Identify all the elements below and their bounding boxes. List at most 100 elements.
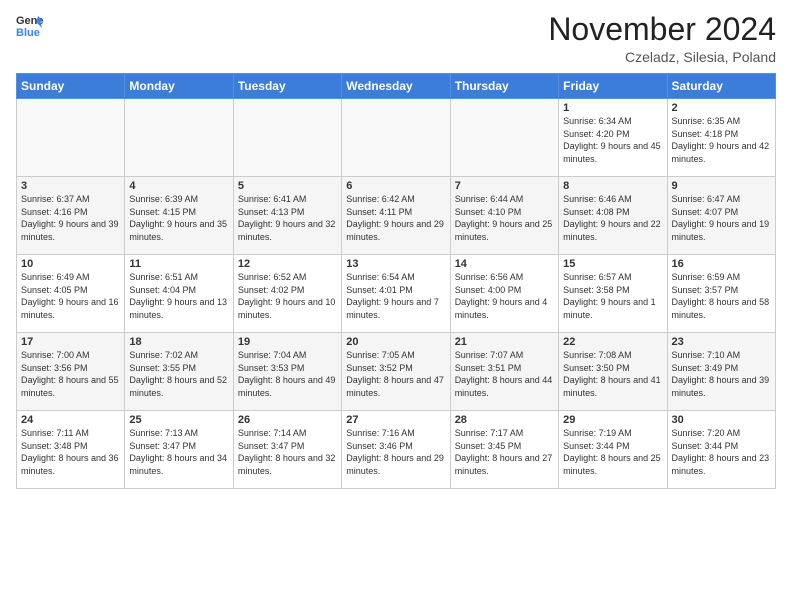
day-info: Sunrise: 7:13 AM Sunset: 3:47 PM Dayligh… xyxy=(129,427,228,477)
day-number: 19 xyxy=(238,336,337,348)
calendar-header: SundayMondayTuesdayWednesdayThursdayFrid… xyxy=(17,74,776,99)
calendar-week-5: 24Sunrise: 7:11 AM Sunset: 3:48 PM Dayli… xyxy=(17,411,776,489)
day-info: Sunrise: 7:20 AM Sunset: 3:44 PM Dayligh… xyxy=(672,427,771,477)
calendar-cell: 18Sunrise: 7:02 AM Sunset: 3:55 PM Dayli… xyxy=(125,333,233,411)
day-number: 2 xyxy=(672,102,771,114)
calendar-cell: 14Sunrise: 6:56 AM Sunset: 4:00 PM Dayli… xyxy=(450,255,558,333)
calendar-cell: 16Sunrise: 6:59 AM Sunset: 3:57 PM Dayli… xyxy=(667,255,775,333)
month-title: November 2024 xyxy=(548,12,776,47)
calendar-cell: 6Sunrise: 6:42 AM Sunset: 4:11 PM Daylig… xyxy=(342,177,450,255)
calendar-cell: 13Sunrise: 6:54 AM Sunset: 4:01 PM Dayli… xyxy=(342,255,450,333)
day-info: Sunrise: 7:14 AM Sunset: 3:47 PM Dayligh… xyxy=(238,427,337,477)
calendar-cell: 4Sunrise: 6:39 AM Sunset: 4:15 PM Daylig… xyxy=(125,177,233,255)
day-info: Sunrise: 7:11 AM Sunset: 3:48 PM Dayligh… xyxy=(21,427,120,477)
calendar-week-2: 3Sunrise: 6:37 AM Sunset: 4:16 PM Daylig… xyxy=(17,177,776,255)
day-number: 7 xyxy=(455,180,554,192)
calendar-cell: 27Sunrise: 7:16 AM Sunset: 3:46 PM Dayli… xyxy=(342,411,450,489)
calendar-cell: 24Sunrise: 7:11 AM Sunset: 3:48 PM Dayli… xyxy=(17,411,125,489)
logo-icon: General Blue xyxy=(16,12,44,40)
calendar-cell: 10Sunrise: 6:49 AM Sunset: 4:05 PM Dayli… xyxy=(17,255,125,333)
day-info: Sunrise: 7:00 AM Sunset: 3:56 PM Dayligh… xyxy=(21,349,120,399)
calendar-cell: 22Sunrise: 7:08 AM Sunset: 3:50 PM Dayli… xyxy=(559,333,667,411)
calendar-cell: 8Sunrise: 6:46 AM Sunset: 4:08 PM Daylig… xyxy=(559,177,667,255)
weekday-header-sunday: Sunday xyxy=(17,74,125,99)
day-info: Sunrise: 6:51 AM Sunset: 4:04 PM Dayligh… xyxy=(129,271,228,321)
weekday-header-monday: Monday xyxy=(125,74,233,99)
weekday-header-friday: Friday xyxy=(559,74,667,99)
day-number: 30 xyxy=(672,414,771,426)
calendar-week-1: 1Sunrise: 6:34 AM Sunset: 4:20 PM Daylig… xyxy=(17,99,776,177)
day-number: 18 xyxy=(129,336,228,348)
day-number: 8 xyxy=(563,180,662,192)
calendar-cell: 25Sunrise: 7:13 AM Sunset: 3:47 PM Dayli… xyxy=(125,411,233,489)
calendar-cell: 20Sunrise: 7:05 AM Sunset: 3:52 PM Dayli… xyxy=(342,333,450,411)
day-info: Sunrise: 6:52 AM Sunset: 4:02 PM Dayligh… xyxy=(238,271,337,321)
calendar-cell: 12Sunrise: 6:52 AM Sunset: 4:02 PM Dayli… xyxy=(233,255,341,333)
svg-text:Blue: Blue xyxy=(16,27,40,39)
page-container: General Blue November 2024 Czeladz, Sile… xyxy=(0,0,792,497)
calendar-cell: 1Sunrise: 6:34 AM Sunset: 4:20 PM Daylig… xyxy=(559,99,667,177)
calendar-cell: 28Sunrise: 7:17 AM Sunset: 3:45 PM Dayli… xyxy=(450,411,558,489)
day-number: 15 xyxy=(563,258,662,270)
calendar-cell: 7Sunrise: 6:44 AM Sunset: 4:10 PM Daylig… xyxy=(450,177,558,255)
day-number: 26 xyxy=(238,414,337,426)
weekday-header-saturday: Saturday xyxy=(667,74,775,99)
day-number: 17 xyxy=(21,336,120,348)
day-number: 28 xyxy=(455,414,554,426)
day-number: 1 xyxy=(563,102,662,114)
day-info: Sunrise: 7:05 AM Sunset: 3:52 PM Dayligh… xyxy=(346,349,445,399)
calendar-cell xyxy=(342,99,450,177)
day-number: 5 xyxy=(238,180,337,192)
day-number: 16 xyxy=(672,258,771,270)
day-number: 21 xyxy=(455,336,554,348)
day-number: 27 xyxy=(346,414,445,426)
calendar-cell: 2Sunrise: 6:35 AM Sunset: 4:18 PM Daylig… xyxy=(667,99,775,177)
day-info: Sunrise: 6:49 AM Sunset: 4:05 PM Dayligh… xyxy=(21,271,120,321)
day-number: 12 xyxy=(238,258,337,270)
day-number: 14 xyxy=(455,258,554,270)
day-info: Sunrise: 7:19 AM Sunset: 3:44 PM Dayligh… xyxy=(563,427,662,477)
calendar-cell: 21Sunrise: 7:07 AM Sunset: 3:51 PM Dayli… xyxy=(450,333,558,411)
day-number: 13 xyxy=(346,258,445,270)
day-info: Sunrise: 6:37 AM Sunset: 4:16 PM Dayligh… xyxy=(21,193,120,243)
day-info: Sunrise: 6:47 AM Sunset: 4:07 PM Dayligh… xyxy=(672,193,771,243)
calendar-week-3: 10Sunrise: 6:49 AM Sunset: 4:05 PM Dayli… xyxy=(17,255,776,333)
day-number: 22 xyxy=(563,336,662,348)
day-number: 29 xyxy=(563,414,662,426)
day-info: Sunrise: 6:46 AM Sunset: 4:08 PM Dayligh… xyxy=(563,193,662,243)
calendar-cell xyxy=(233,99,341,177)
day-number: 6 xyxy=(346,180,445,192)
weekday-header-row: SundayMondayTuesdayWednesdayThursdayFrid… xyxy=(17,74,776,99)
day-info: Sunrise: 6:41 AM Sunset: 4:13 PM Dayligh… xyxy=(238,193,337,243)
day-info: Sunrise: 6:35 AM Sunset: 4:18 PM Dayligh… xyxy=(672,115,771,165)
title-block: November 2024 Czeladz, Silesia, Poland xyxy=(548,12,776,65)
calendar-cell: 30Sunrise: 7:20 AM Sunset: 3:44 PM Dayli… xyxy=(667,411,775,489)
location: Czeladz, Silesia, Poland xyxy=(548,49,776,65)
weekday-header-wednesday: Wednesday xyxy=(342,74,450,99)
day-info: Sunrise: 6:39 AM Sunset: 4:15 PM Dayligh… xyxy=(129,193,228,243)
day-number: 23 xyxy=(672,336,771,348)
day-info: Sunrise: 6:59 AM Sunset: 3:57 PM Dayligh… xyxy=(672,271,771,321)
calendar-cell: 26Sunrise: 7:14 AM Sunset: 3:47 PM Dayli… xyxy=(233,411,341,489)
day-number: 20 xyxy=(346,336,445,348)
calendar-cell: 11Sunrise: 6:51 AM Sunset: 4:04 PM Dayli… xyxy=(125,255,233,333)
calendar-cell xyxy=(450,99,558,177)
calendar-cell: 15Sunrise: 6:57 AM Sunset: 3:58 PM Dayli… xyxy=(559,255,667,333)
day-info: Sunrise: 7:02 AM Sunset: 3:55 PM Dayligh… xyxy=(129,349,228,399)
day-number: 24 xyxy=(21,414,120,426)
calendar-cell xyxy=(125,99,233,177)
day-info: Sunrise: 7:10 AM Sunset: 3:49 PM Dayligh… xyxy=(672,349,771,399)
calendar-cell xyxy=(17,99,125,177)
weekday-header-thursday: Thursday xyxy=(450,74,558,99)
weekday-header-tuesday: Tuesday xyxy=(233,74,341,99)
day-info: Sunrise: 7:17 AM Sunset: 3:45 PM Dayligh… xyxy=(455,427,554,477)
calendar-cell: 19Sunrise: 7:04 AM Sunset: 3:53 PM Dayli… xyxy=(233,333,341,411)
logo: General Blue xyxy=(16,12,44,40)
calendar-week-4: 17Sunrise: 7:00 AM Sunset: 3:56 PM Dayli… xyxy=(17,333,776,411)
calendar-cell: 17Sunrise: 7:00 AM Sunset: 3:56 PM Dayli… xyxy=(17,333,125,411)
day-info: Sunrise: 6:56 AM Sunset: 4:00 PM Dayligh… xyxy=(455,271,554,321)
calendar-cell: 3Sunrise: 6:37 AM Sunset: 4:16 PM Daylig… xyxy=(17,177,125,255)
day-number: 10 xyxy=(21,258,120,270)
calendar-cell: 5Sunrise: 6:41 AM Sunset: 4:13 PM Daylig… xyxy=(233,177,341,255)
day-info: Sunrise: 6:44 AM Sunset: 4:10 PM Dayligh… xyxy=(455,193,554,243)
